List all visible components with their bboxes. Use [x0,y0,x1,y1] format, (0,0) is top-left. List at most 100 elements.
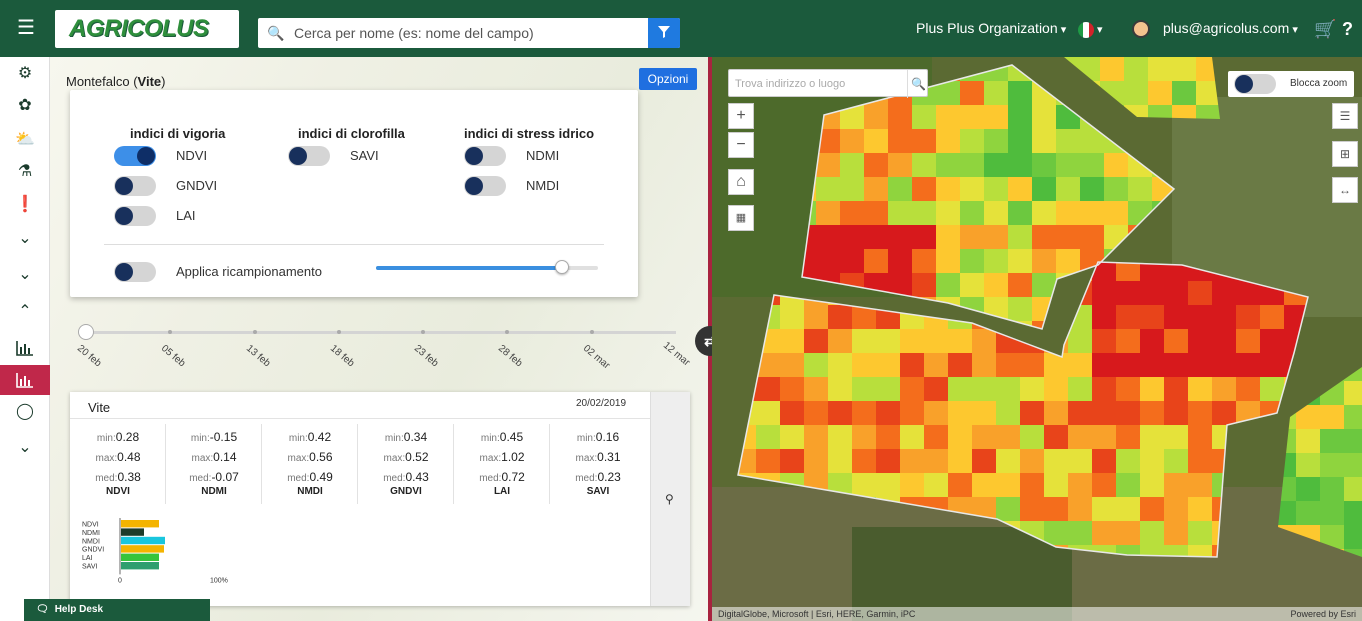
toggle-resample[interactable] [114,262,156,282]
index-stat-gndvi: min:0.34 max:0.52 med:0.43 GNDVI [358,424,454,504]
chevron-down-icon[interactable]: ⌄ [0,433,50,463]
language-dropdown-caret[interactable] [1097,20,1103,36]
weather-icon[interactable]: ⛅ [0,125,50,155]
list-icon[interactable]: ☰ [1332,103,1358,129]
ndvi-pixel [852,473,876,497]
stat-label: max: [383,453,406,464]
timeline-thumb[interactable] [78,324,94,340]
ndvi-pixel [1296,453,1320,477]
crop-icon[interactable]: ⊞ [1332,141,1358,167]
ndvi-pixel [1044,521,1068,545]
ndvi-pixel [828,305,852,329]
toggle-nmdi[interactable] [464,176,506,196]
ndvi-pixel [1236,329,1260,353]
stat-value: 0.49 [309,470,333,484]
toggle-lai[interactable] [114,206,156,226]
map-view[interactable]: 🔍 + − ⌂ ▦ Blocca zoom ☰ ⊞ ↔ DigitalGlobe… [712,57,1362,621]
stat-label: med: [95,473,118,484]
zoom-out-icon[interactable]: − [728,132,754,158]
cart-icon[interactable]: 🛒 [1314,19,1336,40]
ndvi-pixel [1104,177,1128,201]
ndvi-pixel [1044,473,1068,497]
ndvi-pixel [1092,473,1116,497]
ndvi-pixel [780,353,804,377]
search-icon[interactable]: 🔍 [907,70,929,98]
stat-label: max: [191,453,214,464]
search-input[interactable] [294,22,594,44]
stat-med: med:0.72 [454,468,550,486]
toggle-savi[interactable] [288,146,330,166]
ndvi-pixel [936,273,960,297]
timeline-tick[interactable] [336,330,341,334]
ndvi-pixel [1140,521,1164,545]
ndvi-pixel [828,401,852,425]
ndvi-pixel [1008,153,1032,177]
ndvi-pixel [1100,57,1124,81]
toggle-ndvi[interactable] [114,146,156,166]
italy-flag-icon[interactable] [1078,22,1094,38]
lock-zoom-toggle[interactable] [1234,74,1276,94]
ndvi-pixel [780,305,804,329]
ndvi-pixel [756,401,780,425]
filter-button[interactable] [648,18,680,48]
chart-icon-active[interactable] [0,365,50,395]
ndvi-pixel [984,225,1008,249]
logo[interactable]: AGRICOLUS [55,10,239,48]
ndvi-pixel [972,425,996,449]
lab-icon[interactable]: ⚗ [0,157,50,187]
measure-icon[interactable]: ↔ [1332,177,1358,203]
alert-icon[interactable]: ❗ [0,190,50,220]
ndvi-pixel [840,201,864,225]
toggle-gndvi[interactable] [114,176,156,196]
ndvi-pixel [1092,305,1116,329]
hamburger-menu-button[interactable]: ☰ [12,14,40,42]
chevron-down-icon[interactable]: ⌄ [0,224,50,254]
chevron-up-icon[interactable]: ⌃ [0,297,50,327]
ndvi-pixel [780,329,804,353]
ndvi-pixel [1140,329,1164,353]
dashboard-icon[interactable]: ⚙ [0,59,50,89]
chevron-down-icon[interactable]: ⌄ [0,260,50,290]
chart-icon[interactable] [0,333,50,363]
ndvi-pixel [1032,249,1056,273]
help-icon[interactable]: ? [1342,19,1353,40]
ndvi-pixel [1104,153,1128,177]
ndvi-pixel [1148,81,1172,105]
ndvi-pixel [1344,381,1362,405]
home-icon[interactable]: ⌂ [728,169,754,195]
ndvi-pixel [1104,201,1128,225]
timeline-tick[interactable] [252,330,257,334]
resample-slider[interactable] [376,260,598,274]
ndvi-pixel [864,129,888,153]
ndvi-pixel [1068,473,1092,497]
date-timeline[interactable] [86,331,676,334]
options-button[interactable]: Opzioni [639,68,697,90]
toggle-ndmi[interactable] [464,146,506,166]
user-avatar[interactable] [1132,20,1150,38]
timeline-tick[interactable] [589,330,594,334]
resample-slider-thumb[interactable] [555,260,570,274]
ndvi-pixel [900,425,924,449]
map-search-input[interactable] [735,74,903,94]
index-stat-ndmi: min:-0.15 max:0.14 med:-0.07 NDMI [166,424,262,504]
filter-icon [658,26,670,38]
user-email-dropdown[interactable]: plus@agricolus.com [1163,20,1298,36]
ndvi-pixel [1044,377,1068,401]
stats-side-panel: ⚲ [650,392,690,606]
qr-icon[interactable]: ▦ [728,205,754,231]
bulb-icon[interactable]: ◯ [0,397,50,427]
ndvi-pixel [1032,177,1056,201]
leaf-icon[interactable]: ✿ [0,91,50,121]
ndvi-pixel [1116,521,1140,545]
ndvi-pixel [984,249,1008,273]
ndvi-pixel [1116,473,1140,497]
ndvi-pixel [1092,521,1116,545]
stats-crop: Vite [88,400,111,415]
organization-dropdown[interactable]: Plus Plus Organization [916,20,1066,36]
pin-icon[interactable]: ⚲ [665,492,674,506]
ndvi-pixel [864,225,888,249]
help-desk-button[interactable]: 🗨 Help Desk [24,599,210,621]
zoom-in-icon[interactable]: + [728,103,754,129]
label-ndmi: NDMI [526,148,560,163]
index-name: NDMI [201,486,227,497]
